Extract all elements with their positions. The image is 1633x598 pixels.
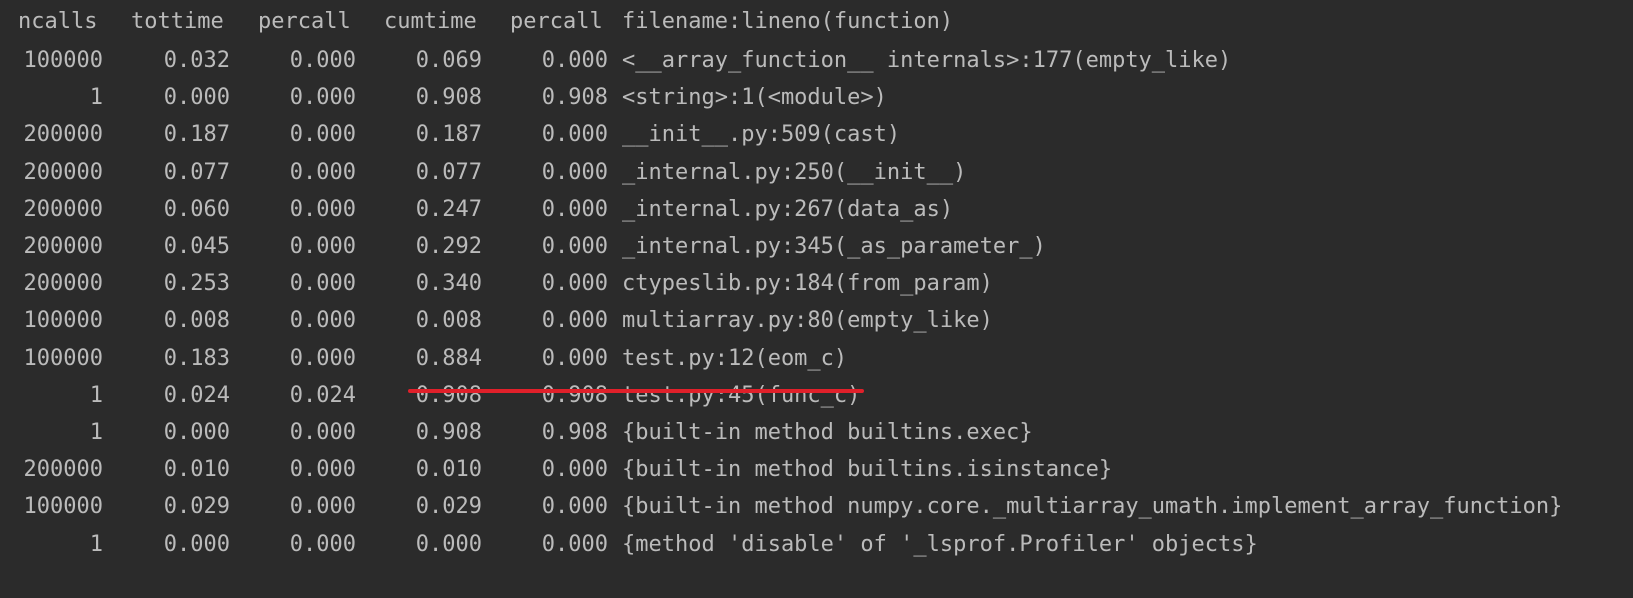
percall-total-cell: 0.000	[289, 234, 356, 259]
cumtime-cell: 0.884	[415, 345, 482, 371]
percall-cumulative-cell: 0.908	[541, 382, 608, 408]
cumtime-cell: 0.077	[415, 159, 482, 185]
percall-cumulative-cell: 0.000	[541, 271, 608, 297]
function-cell: <string>:1(<module>)	[622, 85, 887, 111]
percall-cumulative-cell: 0.000	[541, 234, 608, 259]
tottime-cell: 0.024	[163, 382, 230, 408]
profiler-output-console: ncalls tottime percall cumtime percall f…	[0, 0, 1633, 598]
percall-total-cell: 0.000	[289, 271, 356, 297]
function-cell: test.py:45(func_c)	[622, 382, 861, 408]
percall-cumulative-cell: 0.000	[541, 48, 608, 73]
cumtime-cell: 0.292	[415, 234, 482, 259]
ncalls-cell: 1	[89, 420, 103, 445]
header-percall-cumulative: percall	[510, 9, 603, 34]
function-cell: multiarray.py:80(empty_like)	[622, 308, 993, 334]
ncalls-cell: 1	[89, 382, 103, 408]
percall-total-cell: 0.000	[289, 494, 356, 520]
function-cell: <__array_function__ internals>:177(empty…	[622, 48, 1232, 73]
percall-total-cell: 0.000	[289, 85, 356, 111]
header-percall-total: percall	[258, 9, 351, 34]
tottime-cell: 0.029	[163, 494, 230, 520]
function-cell: {built-in method numpy.core._multiarray_…	[622, 494, 1563, 520]
percall-cumulative-cell: 0.000	[541, 159, 608, 185]
percall-cumulative-cell: 0.908	[541, 85, 608, 111]
cumtime-cell: 0.010	[415, 457, 482, 483]
ncalls-cell: 100000	[23, 48, 103, 73]
highlight-underline	[408, 389, 864, 393]
cumtime-cell: 0.029	[415, 494, 482, 520]
percall-cumulative-cell: 0.000	[541, 531, 608, 557]
percall-total-cell: 0.000	[289, 345, 356, 371]
tottime-cell: 0.008	[163, 308, 230, 334]
function-cell: {built-in method builtins.isinstance}	[622, 457, 1113, 483]
ncalls-cell: 200000	[23, 234, 103, 259]
tottime-cell: 0.010	[163, 457, 230, 483]
cumtime-cell: 0.908	[415, 420, 482, 445]
percall-cumulative-cell: 0.000	[541, 494, 608, 520]
tottime-cell: 0.045	[163, 234, 230, 259]
percall-cumulative-cell: 0.000	[541, 122, 608, 148]
tottime-cell: 0.000	[163, 85, 230, 111]
function-cell: _internal.py:345(_as_parameter_)	[622, 234, 1046, 259]
percall-cumulative-cell: 0.000	[541, 196, 608, 222]
tottime-cell: 0.187	[163, 122, 230, 148]
percall-total-cell: 0.000	[289, 48, 356, 73]
tottime-cell: 0.000	[163, 531, 230, 557]
percall-total-cell: 0.000	[289, 308, 356, 334]
function-cell: {method 'disable' of '_lsprof.Profiler' …	[622, 531, 1258, 557]
percall-total-cell: 0.000	[289, 531, 356, 557]
tottime-cell: 0.077	[163, 159, 230, 185]
ncalls-cell: 200000	[23, 271, 103, 297]
cumtime-cell: 0.069	[415, 48, 482, 73]
ncalls-cell: 200000	[23, 457, 103, 483]
ncalls-cell: 200000	[23, 196, 103, 222]
percall-cumulative-cell: 0.000	[541, 457, 608, 483]
percall-cumulative-cell: 0.000	[541, 308, 608, 334]
ncalls-cell: 200000	[23, 159, 103, 185]
percall-total-cell: 0.000	[289, 159, 356, 185]
tottime-cell: 0.060	[163, 196, 230, 222]
tottime-cell: 0.253	[163, 271, 230, 297]
ncalls-cell: 1	[89, 531, 103, 557]
cumtime-cell: 0.340	[415, 271, 482, 297]
tottime-cell: 0.032	[163, 48, 230, 73]
tottime-cell: 0.000	[163, 420, 230, 445]
ncalls-cell: 200000	[23, 122, 103, 148]
cumtime-cell: 0.908	[415, 382, 482, 408]
function-cell: ctypeslib.py:184(from_param)	[622, 271, 993, 297]
cumtime-cell: 0.000	[415, 531, 482, 557]
percall-total-cell: 0.000	[289, 122, 356, 148]
cumtime-cell: 0.247	[415, 196, 482, 222]
function-cell: test.py:12(eom_c)	[622, 345, 848, 371]
function-cell: {built-in method builtins.exec}	[622, 420, 1033, 445]
percall-total-cell: 0.000	[289, 196, 356, 222]
header-function: filename:lineno(function)	[622, 9, 954, 34]
function-cell: _internal.py:250(__init__)	[622, 159, 967, 185]
function-cell: _internal.py:267(data_as)	[622, 196, 954, 222]
function-cell: __init__.py:509(cast)	[622, 122, 901, 148]
ncalls-cell: 100000	[23, 494, 103, 520]
percall-total-cell: 0.024	[289, 382, 356, 408]
profiler-header-row: ncalls tottime percall cumtime percall f…	[0, 2, 953, 41]
cumtime-cell: 0.908	[415, 85, 482, 111]
ncalls-cell: 100000	[23, 308, 103, 334]
cumtime-cell: 0.187	[415, 122, 482, 148]
percall-cumulative-cell: 0.000	[541, 345, 608, 371]
ncalls-cell: 100000	[23, 345, 103, 371]
tottime-cell: 0.183	[163, 345, 230, 371]
header-cumtime: cumtime	[384, 9, 477, 34]
cumtime-cell: 0.008	[415, 308, 482, 334]
percall-cumulative-cell: 0.908	[541, 420, 608, 445]
percall-total-cell: 0.000	[289, 420, 356, 445]
header-tottime: tottime	[131, 9, 224, 34]
header-ncalls: ncalls	[18, 9, 98, 34]
percall-total-cell: 0.000	[289, 457, 356, 483]
ncalls-cell: 1	[89, 85, 103, 111]
